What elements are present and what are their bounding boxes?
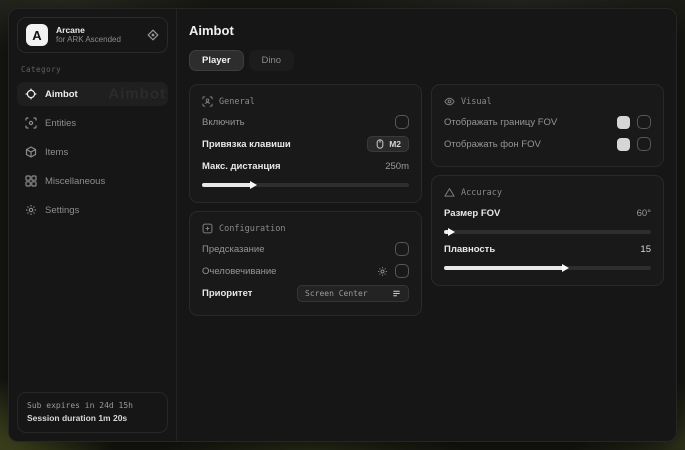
keybind-button[interactable]: M2 (367, 136, 409, 152)
enable-label: Включить (202, 117, 245, 128)
smoothness-slider[interactable] (444, 266, 651, 270)
box-icon (25, 146, 37, 158)
session-duration-text: Session duration 1m 20s (27, 412, 158, 425)
fov-background-label: Отображать фон FOV (444, 139, 541, 150)
fov-border-color-swatch[interactable] (617, 116, 630, 129)
smoothness-value: 15 (640, 244, 651, 255)
main-panel: Aimbot Player Dino General (177, 9, 676, 441)
configuration-card: Configuration Предсказание Очеловечивани… (189, 211, 422, 316)
fov-size-label: Размер FOV (444, 208, 500, 219)
sidebar-nav: Aimbot Aimbot Entities Items (17, 82, 168, 222)
sidebar-item-items[interactable]: Items (17, 140, 168, 164)
mouse-icon (375, 139, 385, 149)
card-header-label: Configuration (219, 224, 286, 234)
card-header-label: Visual (461, 97, 492, 107)
person-scan-icon (202, 96, 213, 107)
enable-row: Включить (202, 111, 409, 133)
fov-border-checkbox[interactable] (637, 115, 651, 129)
prediction-checkbox[interactable] (395, 242, 409, 256)
tune-icon (202, 223, 213, 234)
priority-value: Screen Center (305, 289, 368, 298)
tab-dino[interactable]: Dino (249, 50, 295, 71)
enable-checkbox[interactable] (395, 115, 409, 129)
sidebar: A Arcane for ARK Ascended Category Aimbo… (9, 9, 177, 441)
sidebar-item-label: Settings (45, 205, 79, 216)
brand-logo: A (26, 24, 48, 46)
visual-card: Visual Отображать границу FOV Отображать… (431, 84, 664, 167)
category-label: Category (21, 65, 164, 74)
fov-background-checkbox[interactable] (637, 137, 651, 151)
gear-icon (25, 204, 37, 216)
brand-card: A Arcane for ARK Ascended (17, 17, 168, 53)
tab-player[interactable]: Player (189, 50, 244, 71)
fov-border-row: Отображать границу FOV (444, 111, 651, 133)
humanization-row: Очеловечивание (202, 260, 409, 282)
sidebar-item-entities[interactable]: Entities (17, 111, 168, 135)
brand-title: Arcane (56, 25, 139, 36)
sidebar-item-label: Aimbot (45, 89, 78, 100)
tab-bar: Player Dino (189, 50, 664, 71)
focus-icon[interactable] (147, 29, 159, 41)
distance-value: 250m (385, 161, 409, 172)
accuracy-card: Accuracy Размер FOV 60° Плавность 15 (431, 175, 664, 286)
crosshair-icon (25, 88, 37, 100)
keybind-value: M2 (389, 139, 401, 149)
distance-slider-fill[interactable] (202, 183, 250, 187)
page-title: Aimbot (189, 23, 664, 38)
fov-background-color-swatch[interactable] (617, 138, 630, 151)
humanization-settings-icon[interactable] (377, 266, 388, 277)
humanization-label: Очеловечивание (202, 266, 276, 277)
subscription-status: Sub expires in 24d 15h Session duration … (17, 392, 168, 433)
humanization-checkbox[interactable] (395, 264, 409, 278)
priority-label: Приоритет (202, 288, 252, 299)
list-icon (392, 289, 401, 298)
prediction-row: Предсказание (202, 238, 409, 260)
fov-border-label: Отображать границу FOV (444, 117, 557, 128)
sub-expires-text: Sub expires in 24d 15h (27, 400, 158, 412)
keybind-label: Привязка клавиши (202, 139, 291, 150)
fov-background-row: Отображать фон FOV (444, 133, 651, 155)
brand-subtitle: for ARK Ascended (56, 35, 139, 45)
fov-size-slider[interactable] (444, 230, 651, 234)
sidebar-item-label: Items (45, 147, 68, 158)
smoothness-row: Плавность 15 (444, 238, 651, 260)
priority-dropdown[interactable]: Screen Center (297, 285, 409, 302)
content-area: General Включить Привязка клавиши (189, 84, 664, 316)
sidebar-watermark: Aimbot (108, 86, 166, 103)
sidebar-item-label: Miscellaneous (45, 176, 105, 187)
sidebar-item-settings[interactable]: Settings (17, 198, 168, 222)
fov-size-value: 60° (637, 208, 651, 219)
triangle-icon (444, 187, 455, 198)
smoothness-label: Плавность (444, 244, 495, 255)
grid-icon (25, 175, 37, 187)
keybind-row: Привязка клавиши M2 (202, 133, 409, 155)
distance-slider[interactable] (202, 183, 409, 187)
fov-size-slider-fill[interactable] (444, 230, 448, 234)
app-window: A Arcane for ARK Ascended Category Aimbo… (8, 8, 677, 442)
distance-row: Макс. дистанция 250m (202, 155, 409, 177)
fov-size-row: Размер FOV 60° (444, 202, 651, 224)
distance-label: Макс. дистанция (202, 161, 281, 172)
smoothness-slider-fill[interactable] (444, 266, 562, 270)
scan-icon (25, 117, 37, 129)
card-header-label: Accuracy (461, 188, 502, 198)
sidebar-item-miscellaneous[interactable]: Miscellaneous (17, 169, 168, 193)
sidebar-item-aimbot[interactable]: Aimbot Aimbot (17, 82, 168, 106)
sidebar-item-label: Entities (45, 118, 76, 129)
prediction-label: Предсказание (202, 244, 265, 255)
general-card: General Включить Привязка клавиши (189, 84, 422, 203)
card-header-label: General (219, 97, 255, 107)
priority-row: Приоритет Screen Center (202, 282, 409, 304)
eye-icon (444, 96, 455, 107)
